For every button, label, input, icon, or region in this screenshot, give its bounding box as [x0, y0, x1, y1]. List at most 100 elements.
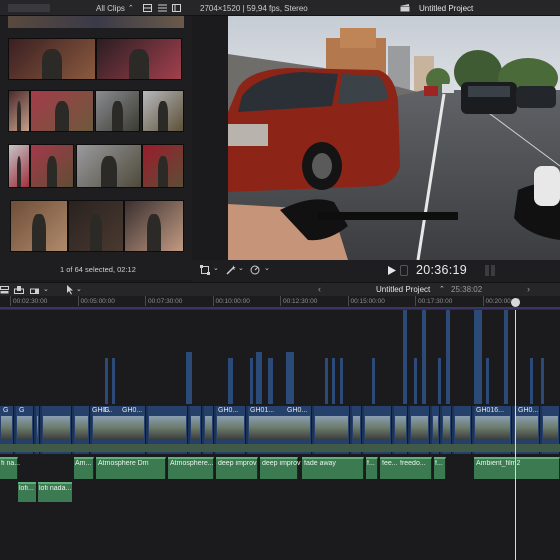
audio-clip-label: f...	[435, 460, 443, 467]
top-toolbar: All Clips ⌃ 2704×1520 | 59,94 fps, Stere…	[0, 0, 560, 16]
clip-thumbnail[interactable]	[30, 144, 74, 188]
video-clip-label: GH0...	[287, 407, 308, 414]
audio-clip-label: freedo...	[400, 460, 426, 467]
chevron-left-icon[interactable]: ‹	[318, 284, 321, 294]
timeline-area[interactable]: G G GH0... G GH0... GH0... GH01... GH0... GH016.…	[0, 310, 560, 560]
connected-video-clip[interactable]	[530, 358, 533, 404]
chevron-updown-icon[interactable]: ⌃	[439, 285, 445, 293]
chevron-down-icon[interactable]: ⌄	[76, 285, 82, 293]
ruler-tick-label: 00:15:00:00	[350, 298, 385, 305]
list-view-icon[interactable]	[158, 3, 167, 13]
audio-clip-label: Atmosphere Dm	[98, 460, 149, 467]
clip-thumbnail[interactable]	[8, 38, 96, 80]
connected-video-clip[interactable]	[332, 358, 335, 404]
video-clip-label: G	[19, 407, 25, 414]
audio-clip-label: lofi...	[19, 485, 34, 492]
selection-status: 1 of 64 selected, 02:12	[60, 265, 136, 274]
playhead[interactable]	[515, 310, 516, 560]
viewer-timecode[interactable]: 20:36:19	[416, 263, 467, 277]
timeline-duration: 25:38:02	[451, 285, 483, 294]
format-info: 2704×1520 | 59,94 fps, Stereo	[200, 3, 308, 13]
clip-browser	[0, 16, 192, 280]
chevron-right-icon[interactable]: ›	[527, 284, 530, 294]
project-clapper-icon	[400, 3, 410, 13]
connected-video-clip[interactable]	[414, 358, 417, 404]
viewer-frame[interactable]	[228, 16, 560, 260]
connected-video-clip[interactable]	[250, 358, 253, 404]
audio-clip-label: Am...	[75, 460, 92, 467]
clip-thumbnail[interactable]	[10, 200, 68, 252]
video-clip-label: GH0...	[518, 407, 539, 414]
video-clip-label: G	[104, 407, 110, 414]
append-clip-icon[interactable]	[30, 286, 39, 296]
connected-video-clip[interactable]	[256, 352, 262, 404]
thumbnail-strip-top	[8, 16, 184, 28]
audio-clip-label: Atmosphere...	[170, 460, 214, 467]
clip-thumbnail[interactable]	[95, 90, 140, 132]
connect-clip-icon[interactable]	[0, 286, 9, 296]
playhead-handle[interactable]	[511, 298, 520, 307]
video-clip-label: GH0...	[218, 407, 239, 414]
clip-thumbnail[interactable]	[142, 90, 184, 132]
filmstrip-view-icon[interactable]	[143, 3, 152, 13]
insert-clip-icon[interactable]	[14, 286, 24, 296]
audio-clip-label: lofi nada...	[39, 485, 72, 492]
audio-clip-label: Ambient_film2	[476, 460, 521, 467]
play-icon[interactable]	[388, 266, 396, 277]
connected-video-clip[interactable]	[325, 358, 328, 404]
chevron-updown-icon: ⌃	[127, 5, 134, 12]
audio-clip-label: fi na...	[1, 460, 21, 467]
connected-video-clip[interactable]	[112, 358, 115, 404]
connected-video-clip[interactable]	[286, 352, 294, 404]
transform-icon[interactable]	[200, 265, 210, 277]
connected-video-clip[interactable]	[105, 358, 108, 404]
clip-filter-dropdown[interactable]: All Clips ⌃	[96, 3, 134, 13]
enhancements-wand-icon[interactable]	[226, 265, 236, 277]
ruler-tick-label: 00:17:30:00	[418, 298, 453, 305]
clip-thumbnail[interactable]	[142, 144, 184, 188]
clip-thumbnail[interactable]	[8, 144, 30, 188]
clip-thumbnail[interactable]	[8, 90, 30, 132]
viewer-project-title: Untitled Project	[419, 3, 474, 13]
connected-video-clip[interactable]	[422, 310, 426, 404]
timecode-field-bracket	[400, 265, 408, 276]
connected-video-clip[interactable]	[541, 358, 544, 404]
clip-thumbnail[interactable]	[96, 38, 182, 80]
range-bar	[0, 307, 560, 309]
connected-video-clip[interactable]	[372, 358, 375, 404]
viewer-controls-bar: ⌄ ⌄ ⌄ 20:36:19	[192, 260, 560, 282]
audio-clip-label: fade away	[304, 460, 336, 467]
clip-thumbnail[interactable]	[30, 90, 94, 132]
audio-meter-left	[485, 265, 489, 276]
timeline-project-name[interactable]: Untitled Project	[376, 285, 430, 294]
audio-clip-label: deep improv	[262, 460, 301, 467]
chevron-down-icon[interactable]: ⌄	[43, 285, 49, 293]
chevron-down-icon[interactable]: ⌄	[238, 264, 244, 272]
clip-appearance-icon[interactable]	[172, 3, 181, 13]
browser-clips-strip	[8, 3, 50, 13]
audio-clip-label: f...	[367, 460, 375, 467]
clip-thumbnail[interactable]	[68, 200, 124, 252]
chevron-down-icon[interactable]: ⌄	[213, 264, 219, 272]
timeline-ruler[interactable]: 00:02:30:00 00:05:00:00 00:07:30:00 00:10:0…	[0, 296, 560, 310]
connected-video-clip[interactable]	[446, 310, 450, 404]
video-clip-label: G	[3, 407, 9, 414]
connected-video-clip[interactable]	[340, 358, 343, 404]
retime-speedometer-icon[interactable]	[250, 265, 260, 277]
connected-video-clip[interactable]	[438, 358, 441, 404]
connected-video-clip[interactable]	[474, 310, 482, 404]
clip-thumbnail[interactable]	[124, 200, 184, 252]
connected-video-clip[interactable]	[228, 358, 233, 404]
chevron-down-icon[interactable]: ⌄	[264, 264, 270, 272]
connected-video-clip[interactable]	[268, 358, 273, 404]
video-clip-label: GH0...	[122, 407, 143, 414]
audio-meter-right	[491, 265, 495, 276]
ruler-tick-label: 00:10:00:00	[215, 298, 250, 305]
ruler-tick-label: 00:05:00:00	[80, 298, 115, 305]
clip-thumbnail[interactable]	[76, 144, 142, 188]
video-clip-label: GH01...	[250, 407, 275, 414]
connected-video-clip[interactable]	[504, 310, 508, 404]
connected-video-clip[interactable]	[486, 358, 489, 404]
connected-video-clip[interactable]	[186, 352, 192, 404]
connected-video-clip[interactable]	[403, 310, 407, 404]
